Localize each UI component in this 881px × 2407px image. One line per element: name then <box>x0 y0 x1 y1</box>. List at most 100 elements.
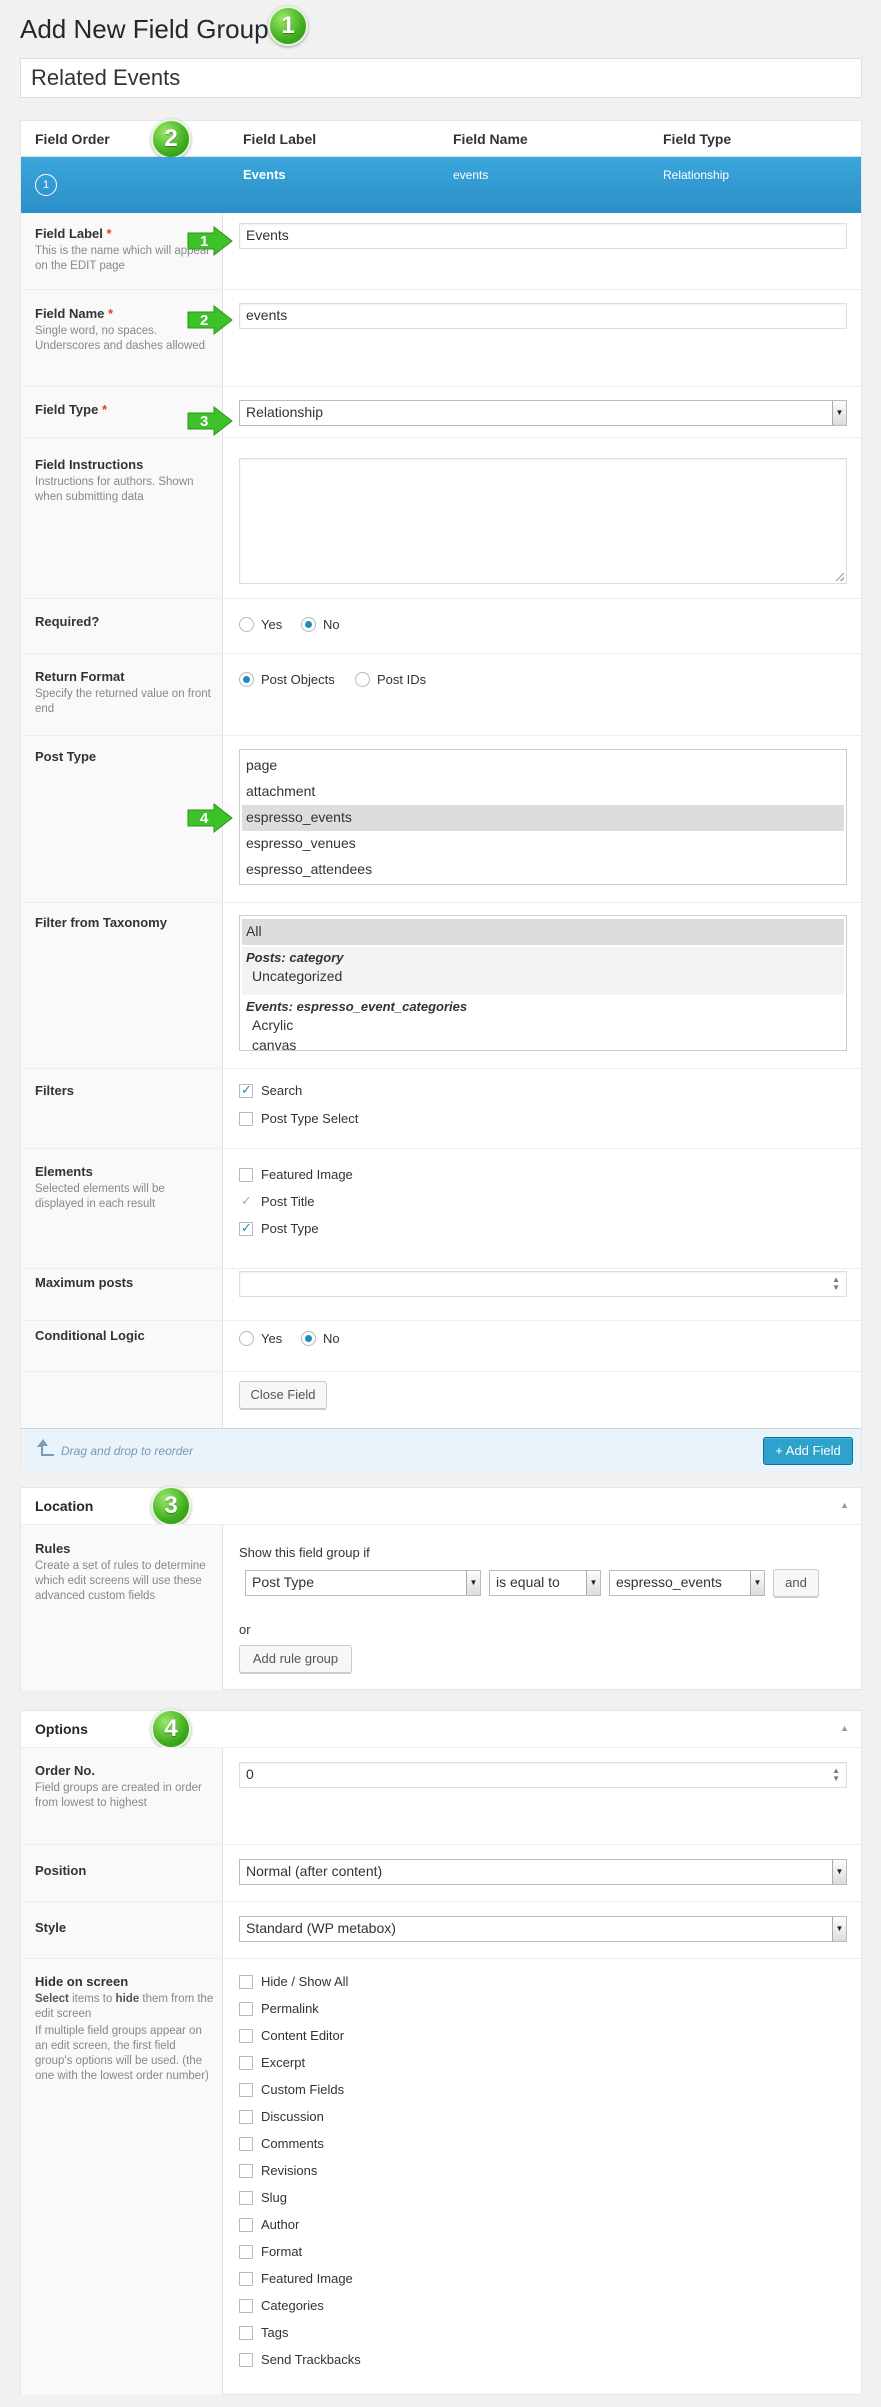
field-label-input[interactable]: Events <box>239 223 847 249</box>
callout-number: 4 <box>200 810 209 827</box>
order-no-input[interactable]: 0 ▲ ▼ <box>239 1762 847 1788</box>
taxonomy-option[interactable]: canvas <box>252 1037 296 1050</box>
style-label: Style <box>35 1920 67 1935</box>
post-type-option[interactable]: espresso_venues <box>242 831 844 857</box>
radio-selected-icon <box>239 672 254 687</box>
field-row-type: Relationship <box>663 168 730 182</box>
add-field-button[interactable]: + Add Field <box>763 1437 853 1465</box>
post-type-option[interactable]: page <box>242 753 844 779</box>
style-select[interactable]: Standard (WP metabox) ▼ <box>239 1916 847 1942</box>
taxonomy-option[interactable]: Uncategorized <box>252 968 342 984</box>
max-posts-input[interactable]: ▲ ▼ <box>239 1271 847 1297</box>
field-name-input[interactable]: events <box>239 303 847 329</box>
fields-box: Field Order Field Label Field Name Field… <box>20 119 862 1472</box>
element-post-title-checkbox: Post Title <box>239 1193 314 1209</box>
checkbox-checked-icon <box>239 1082 253 1098</box>
field-instructions-textarea[interactable] <box>239 458 847 584</box>
hide-on-screen-checkbox[interactable]: Featured Image <box>239 2271 353 2286</box>
post-type-option[interactable]: espresso_attendees <box>242 857 844 883</box>
element-post-type-checkbox[interactable]: Post Type <box>239 1220 319 1236</box>
position-select[interactable]: Normal (after content) ▼ <box>239 1859 847 1885</box>
field-name-label: Field Name * <box>35 306 114 321</box>
hide-on-screen-checkbox[interactable]: Author <box>239 2217 299 2232</box>
row-divider <box>21 653 861 654</box>
hide-on-screen-checkbox[interactable]: Slug <box>239 2190 287 2205</box>
fields-table-header: Field Order Field Label Field Name Field… <box>21 121 861 157</box>
row-divider <box>21 598 861 599</box>
taxonomy-listbox[interactable]: All Posts: category Uncategorized Events… <box>239 915 847 1051</box>
drag-arrow-icon <box>37 1439 54 1456</box>
resize-grip-icon[interactable] <box>836 573 844 581</box>
collapse-toggle-icon[interactable]: ▲ <box>840 1500 849 1510</box>
checkbox-checked-icon <box>239 1220 253 1236</box>
number-spinner-icon[interactable]: ▲ ▼ <box>832 1767 840 1783</box>
hide-on-screen-checkbox[interactable]: Hide / Show All <box>239 1974 348 1989</box>
return-format-label: Return Format <box>35 669 125 684</box>
chevron-down-icon: ▼ <box>750 1571 764 1595</box>
callout-arrow-1: 1 <box>187 226 233 256</box>
location-box: Location 3 ▲ Rules Create a set of rules… <box>20 1486 862 1690</box>
checkbox-icon <box>239 2244 253 2259</box>
hide-on-screen-checkbox[interactable]: Content Editor <box>239 2028 344 2043</box>
and-button[interactable]: and <box>773 1569 819 1597</box>
close-field-button[interactable]: Close Field <box>239 1381 327 1409</box>
rules-desc: Create a set of rules to determine which… <box>35 1560 206 1602</box>
number-spinner-icon[interactable]: ▲ ▼ <box>832 1276 840 1292</box>
optgroup-label: Posts: category <box>246 950 344 965</box>
required-no-radio[interactable]: No <box>301 617 340 632</box>
conditional-no-radio[interactable]: No <box>301 1331 340 1346</box>
taxonomy-optgroup-posts: Posts: category Uncategorized <box>242 947 844 995</box>
hide-on-screen-checkbox[interactable]: Categories <box>239 2298 324 2313</box>
checkbox-icon <box>239 2217 253 2232</box>
rule-value-select[interactable]: espresso_events ▼ <box>609 1570 765 1596</box>
field-row-events[interactable]: 1 Events events Relationship <box>21 157 861 213</box>
required-yes-radio[interactable]: Yes <box>239 617 282 632</box>
max-posts-label: Maximum posts <box>35 1275 134 1290</box>
row-divider <box>21 902 861 903</box>
checkbox-icon <box>239 2271 253 2286</box>
field-row-label[interactable]: Events <box>243 167 286 182</box>
row-divider <box>21 386 861 387</box>
field-type-select[interactable]: Relationship ▼ <box>239 400 847 426</box>
hide-on-screen-checkbox[interactable]: Send Trackbacks <box>239 2352 361 2367</box>
filter-post-type-select-checkbox[interactable]: Post Type Select <box>239 1111 358 1126</box>
row-divider <box>21 1268 861 1269</box>
filter-search-checkbox[interactable]: Search <box>239 1082 302 1098</box>
taxonomy-option[interactable]: Acrylic <box>252 1017 293 1033</box>
post-type-option-selected[interactable]: espresso_events <box>242 805 844 831</box>
return-format-ids-radio[interactable]: Post IDs <box>355 672 426 687</box>
taxonomy-option-all[interactable]: All <box>242 919 844 945</box>
elements-desc: Selected elements will be displayed in e… <box>35 1183 165 1210</box>
optgroup-label: Events: espresso_event_categories <box>246 999 468 1014</box>
callout-arrow-2: 2 <box>187 305 233 335</box>
hide-on-screen-checkbox[interactable]: Format <box>239 2244 302 2259</box>
add-rule-group-button[interactable]: Add rule group <box>239 1645 352 1673</box>
page-title: Add New Field Group <box>20 14 269 44</box>
step-badge-3: 3 <box>151 1486 191 1526</box>
order-no-label: Order No. <box>35 1763 95 1778</box>
col-field-type: Field Type <box>663 131 732 147</box>
hide-on-screen-checkbox[interactable]: Custom Fields <box>239 2082 344 2097</box>
row-divider <box>21 289 861 290</box>
chevron-down-icon: ▼ <box>466 1571 480 1595</box>
hide-on-screen-checkbox[interactable]: Discussion <box>239 2109 324 2124</box>
hide-on-screen-checkbox[interactable]: Permalink <box>239 2001 319 2016</box>
rule-param-select[interactable]: Post Type ▼ <box>245 1570 481 1596</box>
post-type-option[interactable]: attachment <box>242 779 844 805</box>
col-field-label: Field Label <box>243 131 317 147</box>
rule-operator-select[interactable]: is equal to ▼ <box>489 1570 601 1596</box>
row-divider <box>21 437 861 438</box>
return-format-objects-radio[interactable]: Post Objects <box>239 672 335 687</box>
field-type-label: Field Type * <box>35 402 108 417</box>
hide-on-screen-checkbox[interactable]: Revisions <box>239 2163 317 2178</box>
hide-on-screen-checkbox[interactable]: Excerpt <box>239 2055 305 2070</box>
checkbox-icon <box>239 2055 253 2070</box>
col-field-order: Field Order <box>35 131 110 147</box>
element-featured-image-checkbox[interactable]: Featured Image <box>239 1167 353 1182</box>
hide-on-screen-checkbox[interactable]: Tags <box>239 2325 288 2340</box>
hide-on-screen-checkbox[interactable]: Comments <box>239 2136 324 2151</box>
collapse-toggle-icon[interactable]: ▲ <box>840 1723 849 1733</box>
conditional-yes-radio[interactable]: Yes <box>239 1331 282 1346</box>
group-title-input[interactable]: Related Events <box>20 58 862 98</box>
post-type-listbox[interactable]: page attachment espresso_events espresso… <box>239 749 847 885</box>
